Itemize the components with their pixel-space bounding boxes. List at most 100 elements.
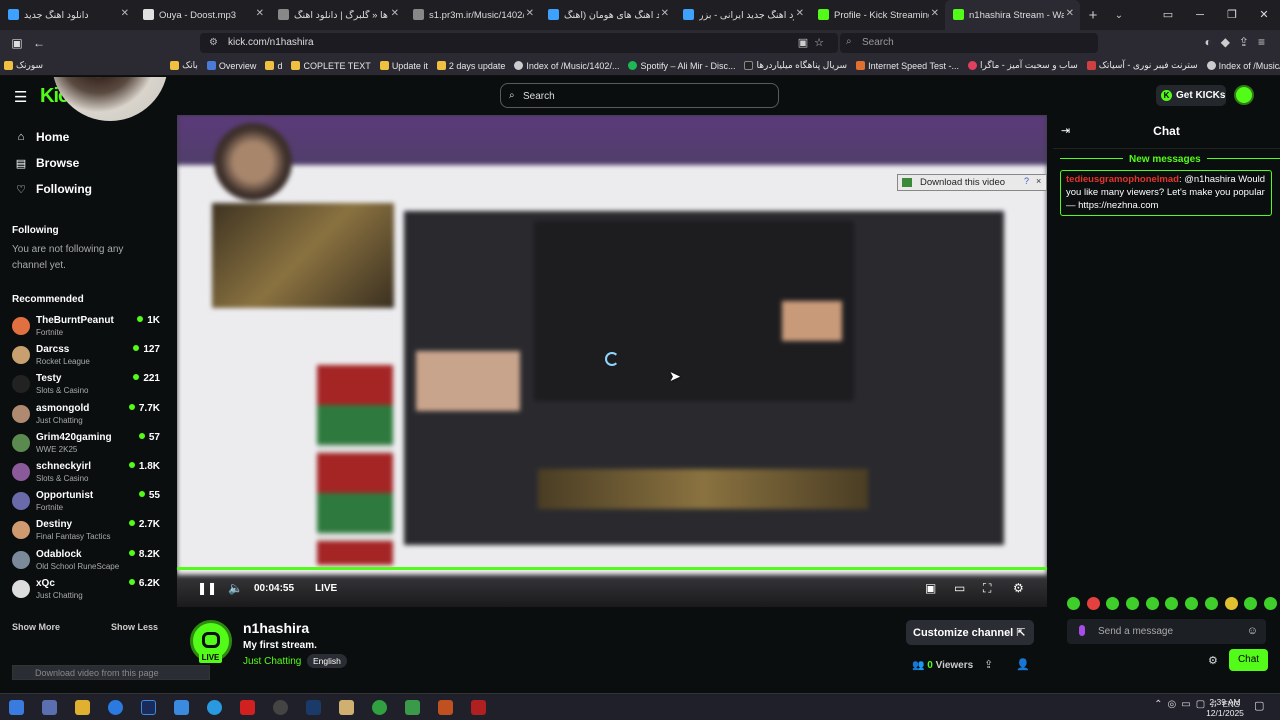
- bookmark[interactable]: d: [265, 61, 282, 71]
- stream-category[interactable]: Just Chatting: [243, 656, 301, 667]
- maximize-icon[interactable]: ❐: [1216, 0, 1248, 30]
- send-chat-button[interactable]: Chat: [1229, 649, 1268, 671]
- recommended-channel[interactable]: TheBurntPeanut Fortnite 1K: [0, 313, 170, 342]
- recommended-channel[interactable]: Odablock Old School RuneScape 8.2K: [0, 547, 170, 576]
- show-more-button[interactable]: Show More: [12, 622, 60, 632]
- emote-icon[interactable]: [1145, 597, 1159, 610]
- share-icon[interactable]: ⇪: [984, 658, 993, 671]
- emote-icon[interactable]: [1067, 597, 1080, 610]
- photoshop-icon[interactable]: [141, 700, 156, 715]
- browser-tab[interactable]: Profile - Kick Streaming ✕: [810, 0, 945, 30]
- reader-bookmark-icons[interactable]: ▣☆: [798, 36, 830, 49]
- close-icon[interactable]: ✕: [796, 8, 804, 19]
- browser-tab[interactable]: Ouya - Doost.mp3 ✕: [135, 0, 270, 30]
- emote-icon[interactable]: [1086, 597, 1100, 610]
- bookmark[interactable]: Update it: [379, 61, 428, 71]
- minimize-icon[interactable]: ─: [1184, 0, 1216, 30]
- channel-name[interactable]: n1hashira: [243, 620, 309, 636]
- language-tag[interactable]: English: [307, 654, 347, 668]
- menu-icon[interactable]: ☰: [14, 88, 27, 106]
- gear-icon[interactable]: ⚙: [1208, 654, 1218, 667]
- emote-icon[interactable]: [1126, 597, 1140, 610]
- chevron-down-icon[interactable]: ⌄: [1106, 10, 1132, 21]
- chat-message-input[interactable]: Send a message ☺: [1067, 619, 1266, 644]
- search-input[interactable]: ⌕ Search: [500, 83, 779, 108]
- bookmark[interactable]: Index of /Music/1402/...: [514, 61, 619, 71]
- system-clock[interactable]: 2:39 AM 12/1/2025: [1203, 697, 1247, 719]
- browser-tab[interactable]: دانلود آهنگ جدید ✕: [0, 0, 135, 30]
- theater-mode-icon[interactable]: ▭: [954, 581, 965, 595]
- bookmark[interactable]: Overview: [206, 61, 256, 71]
- bookmark[interactable]: سریال پناهگاه میلیاردرها: [744, 60, 847, 71]
- close-icon[interactable]: ✕: [1066, 8, 1074, 19]
- download-video-bar[interactable]: Download this video ? ×: [897, 174, 1047, 191]
- close-icon[interactable]: ✕: [391, 8, 399, 19]
- bookmark[interactable]: سورنک: [4, 60, 43, 71]
- app-icon[interactable]: [174, 700, 189, 715]
- emote-icon[interactable]: [1263, 597, 1277, 610]
- close-icon[interactable]: ✕: [661, 8, 669, 19]
- help-icon[interactable]: ?: [1024, 176, 1029, 186]
- bookmark[interactable]: بانک: [170, 60, 198, 71]
- site-info-icon[interactable]: ⚙: [209, 37, 218, 48]
- gear-icon[interactable]: ⚙: [1013, 581, 1024, 595]
- bookmark[interactable]: Spotify – Ali Mir - Disc...: [628, 61, 735, 71]
- emote-icon[interactable]: [1224, 597, 1238, 610]
- clip-icon[interactable]: ▣: [925, 581, 936, 595]
- app-icon[interactable]: [471, 700, 486, 715]
- extension-icons[interactable]: ◐◆⇪≡: [1204, 35, 1274, 49]
- get-kicks-button[interactable]: K Get KICKs: [1156, 85, 1226, 106]
- download-video-hint[interactable]: Download video from this page: [12, 665, 210, 680]
- recommended-channel[interactable]: Grim420gaming WWE 2K25 57: [0, 430, 170, 459]
- recommended-channel[interactable]: schneckyirl Slots & Casino 1.8K: [0, 459, 170, 488]
- volume-icon[interactable]: 🔈: [228, 581, 243, 595]
- bookmark[interactable]: سترنت فیبر نوری - آسیاتک: [1086, 60, 1198, 71]
- chat-username[interactable]: tedieusgramophonelmad: [1066, 174, 1179, 185]
- app-icon[interactable]: [438, 700, 453, 715]
- browser-tab[interactable]: نوشته ها « گلبرگ | دانلود آهنگ✕: [270, 0, 405, 30]
- live-indicator[interactable]: LIVE: [315, 583, 337, 594]
- app-icon[interactable]: [240, 700, 255, 715]
- close-icon[interactable]: ✕: [526, 8, 534, 19]
- recommended-channel[interactable]: Destiny Final Fantasy Tactics 2.7K: [0, 517, 170, 546]
- bookmark[interactable]: COPLETE TEXT: [291, 61, 371, 71]
- browser-tab-active[interactable]: n1hashira Stream - Wa ✕: [945, 0, 1080, 30]
- avatar[interactable]: [1234, 85, 1254, 105]
- bookmark[interactable]: Internet Speed Test -...: [856, 61, 959, 71]
- notification-icon[interactable]: ▢: [1254, 699, 1264, 712]
- sidebar-toggle-icon[interactable]: ▣: [6, 36, 28, 50]
- close-window-icon[interactable]: ✕: [1248, 0, 1280, 30]
- obs-icon[interactable]: [273, 700, 288, 715]
- show-less-button[interactable]: Show Less: [111, 622, 158, 632]
- app-icon[interactable]: [405, 700, 420, 715]
- emoji-icon[interactable]: ☺: [1247, 625, 1258, 637]
- emote-icon[interactable]: [1165, 597, 1179, 610]
- emote-icon[interactable]: [1106, 597, 1120, 610]
- chat-message[interactable]: tedieusgramophonelmad: @n1hashira Would …: [1060, 170, 1272, 216]
- close-icon[interactable]: ✕: [931, 8, 939, 19]
- browser-tab[interactable]: دانلود آهنگ جدید ایرانی - بزر✕: [675, 0, 810, 30]
- close-icon[interactable]: ✕: [256, 8, 264, 19]
- bookmark[interactable]: 2 days update: [436, 61, 505, 71]
- emote-icon[interactable]: [1204, 597, 1218, 610]
- telegram-icon[interactable]: [207, 700, 222, 715]
- file-explorer-icon[interactable]: [75, 700, 90, 715]
- customize-channel-button[interactable]: Customize channel ⇱: [906, 620, 1034, 645]
- recommended-channel[interactable]: Testy Slots & Casino 221: [0, 371, 170, 400]
- browser-icon[interactable]: [108, 700, 123, 715]
- windows-start-icon[interactable]: [9, 700, 24, 715]
- close-icon[interactable]: ✕: [121, 8, 129, 19]
- browser-tab[interactable]: دانلود آهنگ های هومان (آهنگ✕: [540, 0, 675, 30]
- user-settings-icon[interactable]: 👤: [1016, 658, 1030, 671]
- tab-groups-icon[interactable]: ▭: [1152, 0, 1184, 30]
- sidebar-item-home[interactable]: ⌂ Home: [0, 124, 170, 150]
- browser-tab[interactable]: s1.pr3m.ir/Music/1402/07/✕: [405, 0, 540, 30]
- app-icon[interactable]: [42, 700, 57, 715]
- recommended-channel[interactable]: Darcss Rocket League 127: [0, 342, 170, 371]
- steam-icon[interactable]: [306, 700, 321, 715]
- recommended-channel[interactable]: Opportunist Fortnite 55: [0, 488, 170, 517]
- url-bar[interactable]: ⚙ kick.com/n1hashira ▣☆: [200, 33, 838, 53]
- app-icon[interactable]: [339, 700, 354, 715]
- sidebar-item-following[interactable]: ♡ Following: [0, 176, 170, 202]
- chrome-icon[interactable]: [372, 700, 387, 715]
